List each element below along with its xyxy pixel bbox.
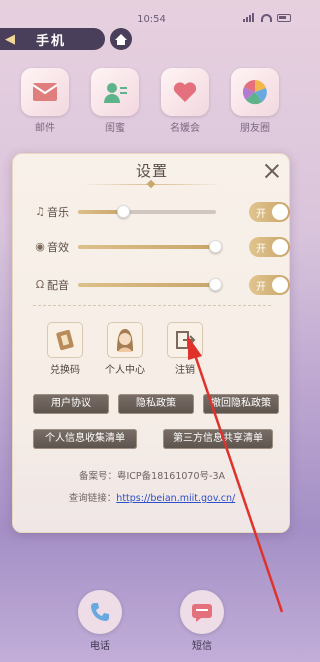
phone-icon [78,590,122,634]
home-button[interactable] [110,28,132,50]
personal-center-button[interactable]: 个人中心 [105,322,145,376]
headphone-icon: Ω [35,278,45,291]
app-mail[interactable]: 邮件 [18,68,72,134]
logout-button[interactable]: 注销 [165,322,205,376]
sfx-volume-slider[interactable] [78,245,216,249]
title-divider [81,180,223,188]
ticket-icon [47,322,83,358]
dock-sms[interactable]: 短信 [172,590,232,652]
dock-label: 短信 [192,641,212,652]
app-label: 名媛会 [170,123,200,134]
music-volume-slider[interactable] [78,210,216,214]
contacts-icon [91,68,139,116]
setting-label: 音乐 [47,206,69,219]
function-label: 注销 [175,365,195,376]
status-bar: 10:54 [0,0,303,26]
divider [33,305,271,306]
status-indicators [243,13,291,22]
avatar-icon [107,322,143,358]
info-collection-list-button[interactable]: 个人信息收集清单 [33,429,137,449]
function-label: 个人中心 [105,365,145,376]
privacy-policy-button[interactable]: 隐私政策 [118,394,194,414]
dock-phone[interactable]: 电话 [70,590,130,652]
home-icon [115,34,127,45]
app-club[interactable]: 名媛会 [158,68,212,134]
setting-label: 配音 [47,279,69,292]
toggle-label: 开 [256,209,266,220]
signal-icon [243,13,256,22]
music-note-icon: ♫ [35,205,45,218]
app-label: 邮件 [35,123,55,134]
back-arrow-icon[interactable]: ◀ [0,28,20,50]
setting-row-sfx: ◉ 音效 开 [33,237,290,257]
heart-icon [161,68,209,116]
user-agreement-button[interactable]: 用户协议 [33,394,109,414]
settings-dialog: 设置 ♫ 音乐 开 ◉ 音效 开 Ω 配音 开 兑换码 个人中心 注销 用户协议… [12,153,290,533]
toggle-label: 开 [256,282,266,293]
app-contacts[interactable]: 闺蜜 [88,68,142,134]
slider-handle[interactable] [209,240,222,253]
app-label: 朋友圈 [240,123,270,134]
dock-label: 电话 [90,641,110,652]
sfx-toggle[interactable]: 开 [249,237,290,257]
app-moments[interactable]: 朋友圈 [228,68,282,134]
dialog-title: 设置 [135,162,168,180]
query-line: 查询链接：https://beian.miit.gov.cn/ [13,490,291,504]
setting-label: 音效 [47,241,69,254]
music-toggle[interactable]: 开 [249,202,290,222]
logout-icon [167,322,203,358]
close-icon[interactable] [263,162,281,180]
function-label: 兑换码 [50,365,80,376]
toggle-label: 开 [256,244,266,255]
battery-icon [277,13,291,22]
sound-effect-icon: ◉ [35,240,45,253]
nav-bar: ◀ 手机 [0,28,105,50]
mail-icon [21,68,69,116]
third-party-share-list-button[interactable]: 第三方信息共享清单 [163,429,273,449]
sms-icon [180,590,224,634]
slider-handle[interactable] [117,205,130,218]
setting-row-voice: Ω 配音 开 [33,275,290,295]
wifi-icon [261,13,272,22]
withdraw-privacy-button[interactable]: 撤回隐私政策 [203,394,279,414]
page-title: 手机 [36,33,67,49]
slider-handle[interactable] [209,278,222,291]
query-label: 查询链接： [68,493,117,504]
redeem-code-button[interactable]: 兑换码 [45,322,85,376]
record-number: 备案号：粤ICP备18161070号-3A [79,471,225,482]
setting-row-music: ♫ 音乐 开 [33,202,290,222]
moments-icon [231,68,279,116]
voice-toggle[interactable]: 开 [249,275,290,295]
voice-volume-slider[interactable] [78,283,216,287]
query-link[interactable]: https://beian.miit.gov.cn/ [116,493,235,504]
app-label: 闺蜜 [105,123,125,134]
